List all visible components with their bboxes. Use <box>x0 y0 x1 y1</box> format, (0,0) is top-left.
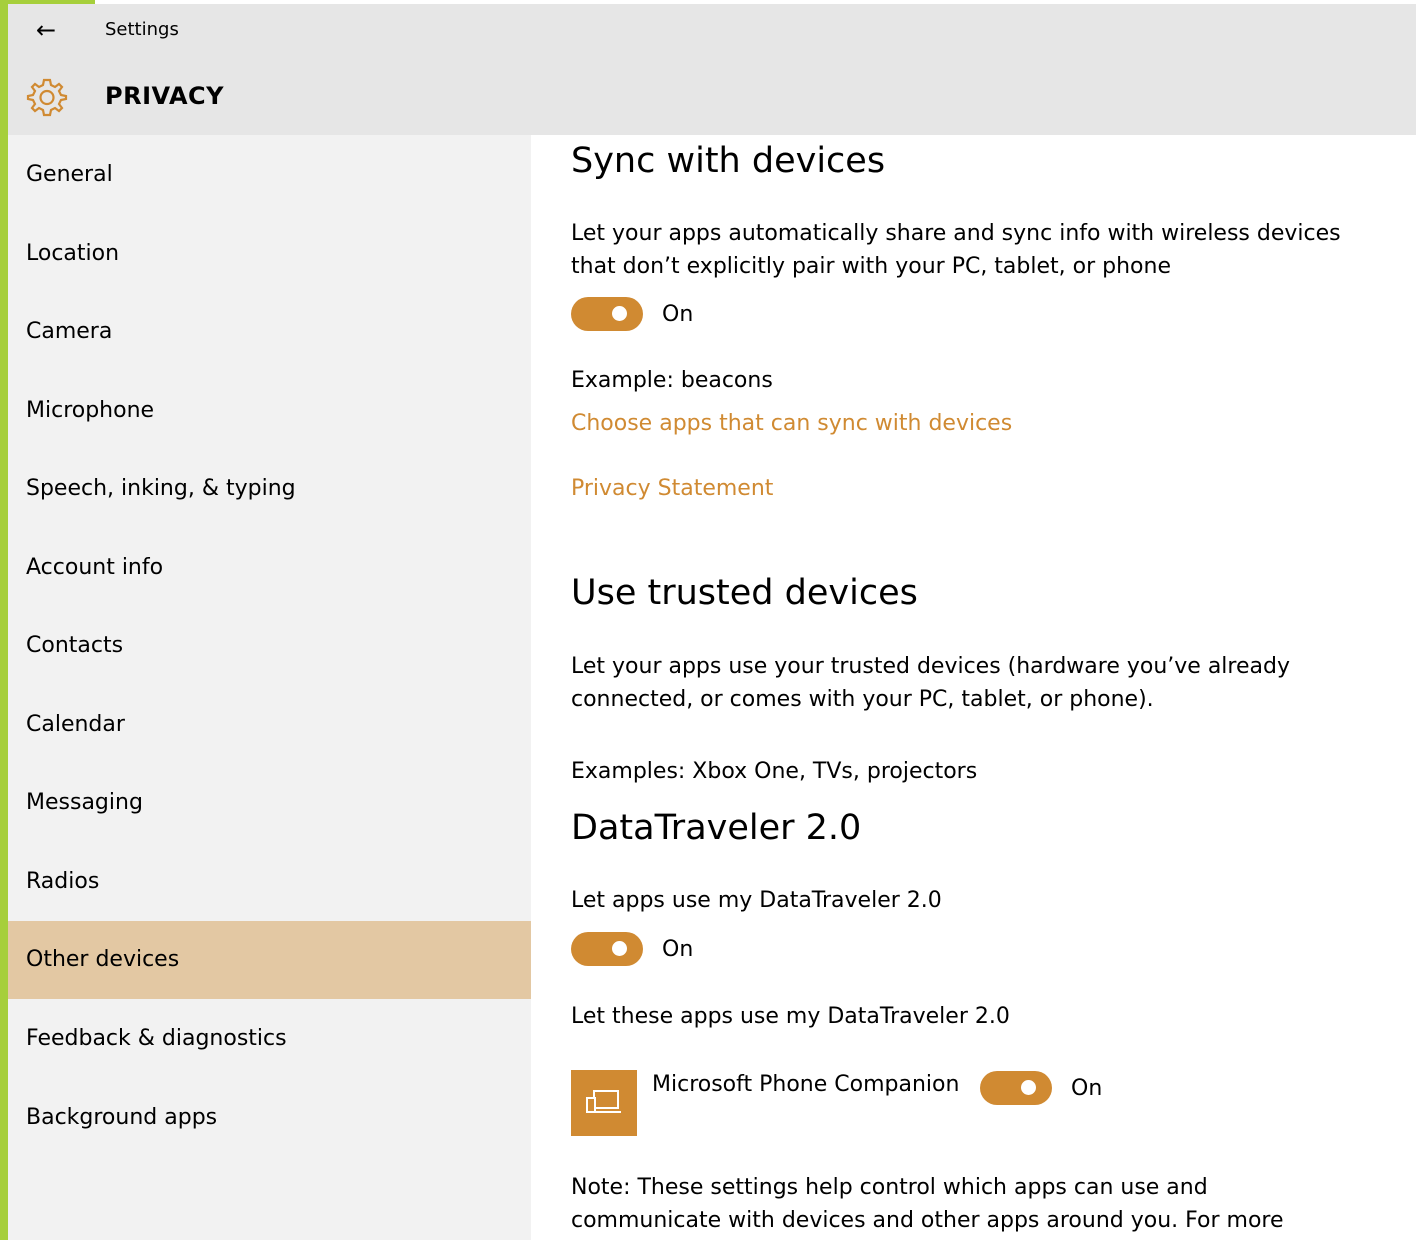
note-text: Note: These settings help control which … <box>571 1175 1284 1233</box>
sidebar-item-general[interactable]: General <box>8 136 531 214</box>
datatraveler-toggle[interactable] <box>571 932 643 966</box>
sidebar-item-messaging[interactable]: Messaging <box>8 764 531 842</box>
phone-companion-toggle[interactable] <box>980 1071 1052 1105</box>
page-title: PRIVACY <box>105 82 225 110</box>
sync-toggle[interactable] <box>571 297 643 331</box>
trusted-description: Let your apps use your trusted devices (… <box>571 654 1290 712</box>
choose-apps-link[interactable]: Choose apps that can sync with devices <box>571 411 1012 436</box>
sidebar-item-contacts[interactable]: Contacts <box>8 607 531 685</box>
phone-companion-toggle-row: On <box>980 1071 1102 1105</box>
sidebar-item-microphone[interactable]: Microphone <box>8 372 531 450</box>
sync-toggle-row: On <box>571 297 693 331</box>
sync-example: Example: beacons <box>571 368 773 393</box>
sidebar-item-camera[interactable]: Camera <box>8 293 531 371</box>
sidebar-item-other-devices[interactable]: Other devices <box>8 921 531 999</box>
datatraveler-allow-label: Let apps use my DataTraveler 2.0 <box>571 888 942 913</box>
phone-companion-toggle-label: On <box>1071 1075 1103 1101</box>
sync-heading: Sync with devices <box>571 141 886 181</box>
toggle-knob <box>1021 1080 1036 1095</box>
sidebar-item-account-info[interactable]: Account info <box>8 529 531 607</box>
datatraveler-toggle-label: On <box>662 936 694 962</box>
toggle-knob <box>612 941 627 956</box>
datatraveler-toggle-row: On <box>571 932 693 966</box>
trusted-examples: Examples: Xbox One, TVs, projectors <box>571 759 978 784</box>
back-arrow-icon[interactable]: ← <box>36 16 56 44</box>
datatraveler-heading: DataTraveler 2.0 <box>571 808 862 848</box>
phone-companion-glyph <box>586 1090 621 1113</box>
window-title: Settings <box>105 19 179 40</box>
phone-companion-icon <box>571 1070 637 1136</box>
sync-description: Let your apps automatically share and sy… <box>571 221 1341 279</box>
toggle-knob <box>612 306 627 321</box>
trusted-heading: Use trusted devices <box>571 573 918 613</box>
datatraveler-apps-label: Let these apps use my DataTraveler 2.0 <box>571 1004 1010 1029</box>
sidebar-item-calendar[interactable]: Calendar <box>8 686 531 764</box>
title-bar: ← Settings PRIVACY <box>8 4 1416 135</box>
gear-icon <box>26 78 68 117</box>
sidebar-item-background-apps[interactable]: Background apps <box>8 1079 531 1157</box>
privacy-statement-link[interactable]: Privacy Statement <box>571 476 773 501</box>
sidebar-item-radios[interactable]: Radios <box>8 843 531 921</box>
sidebar-item-speech[interactable]: Speech, inking, & typing <box>8 450 531 528</box>
sidebar-item-location[interactable]: Location <box>8 215 531 293</box>
sidebar-item-feedback[interactable]: Feedback & diagnostics <box>8 1000 531 1078</box>
sidebar: General Location Camera Microphone Speec… <box>8 135 531 1240</box>
sync-toggle-label: On <box>662 301 694 327</box>
app-name-phone-companion: Microsoft Phone Companion <box>652 1072 960 1097</box>
